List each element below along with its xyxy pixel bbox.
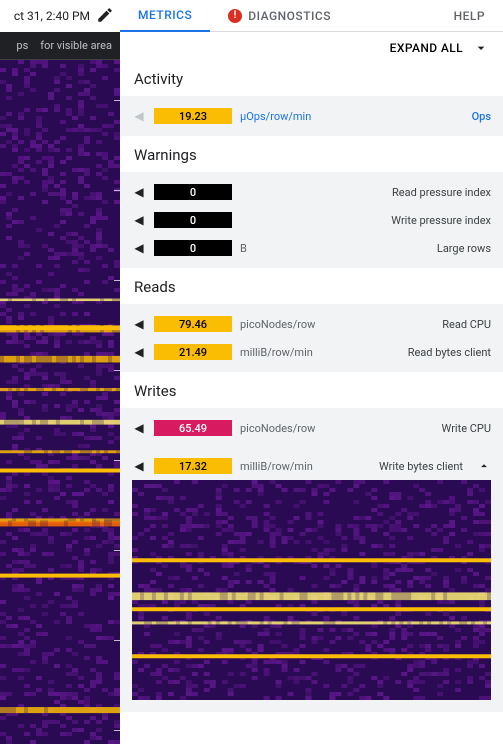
reads-block: ◀ 79.46 picoNodes/row Read CPU ◀ 21.49 m… <box>120 304 503 372</box>
expand-all-label: EXPAND ALL <box>390 41 463 55</box>
metric-label: Write pressure index <box>391 214 491 227</box>
chevron-up-icon[interactable] <box>477 459 491 473</box>
warnings-block: ◀ 0 Read pressure index ◀ 0 Write pressu… <box>120 172 503 268</box>
expand-toggle[interactable]: ◀ <box>132 185 146 199</box>
metric-row-warning[interactable]: ◀ 0 B Large rows <box>120 234 503 262</box>
activity-block: ◀ 19.23 µOps/row/min Ops <box>120 96 503 136</box>
expand-all-button[interactable]: EXPAND ALL <box>120 32 503 60</box>
expand-toggle[interactable]: ◀ <box>132 345 146 359</box>
sidebar-sub-a: ps <box>16 39 28 52</box>
metric-row-activity[interactable]: ◀ 19.23 µOps/row/min Ops <box>120 102 503 130</box>
metric-unit: picoNodes/row <box>240 318 315 331</box>
metric-label: Read CPU <box>442 318 491 331</box>
metric-bar: 0 <box>154 184 232 200</box>
section-title-reads: Reads <box>120 268 503 304</box>
heatmap-detail[interactable] <box>132 480 491 700</box>
metric-label: Write bytes client <box>379 460 463 473</box>
metric-label: Large rows <box>437 242 491 255</box>
tabs: METRICS ! DIAGNOSTICS HELP <box>120 0 503 32</box>
expand-toggle[interactable]: ◀ <box>132 109 146 123</box>
tab-help[interactable]: HELP <box>436 0 503 31</box>
metric-bar: 79.46 <box>154 316 232 332</box>
metric-unit: B <box>240 242 247 255</box>
metric-bar: 17.32 <box>154 458 232 474</box>
section-title-activity: Activity <box>120 60 503 96</box>
expand-toggle[interactable]: ◀ <box>132 459 146 473</box>
metric-row-write-expanded[interactable]: ◀ 17.32 milliB/row/min Write bytes clien… <box>120 452 503 480</box>
sidebar-subheader: ps for visible area <box>0 32 120 60</box>
tab-diagnostics[interactable]: ! DIAGNOSTICS <box>210 0 349 31</box>
expand-toggle[interactable]: ◀ <box>132 241 146 255</box>
sidebar-sub-b: for visible area <box>40 39 112 52</box>
metric-label: Read bytes client <box>408 346 491 359</box>
metric-bar: 19.23 <box>154 108 232 124</box>
metric-bar: 65.49 <box>154 420 232 436</box>
alert-icon: ! <box>228 9 242 23</box>
section-title-writes: Writes <box>120 372 503 408</box>
expand-toggle[interactable]: ◀ <box>132 421 146 435</box>
expand-toggle[interactable]: ◀ <box>132 317 146 331</box>
metric-row-read[interactable]: ◀ 21.49 milliB/row/min Read bytes client <box>120 338 503 366</box>
metric-unit: milliB/row/min <box>240 346 313 359</box>
metric-row-warning[interactable]: ◀ 0 Read pressure index <box>120 178 503 206</box>
expand-toggle[interactable]: ◀ <box>132 213 146 227</box>
heatmap-sidebar: ct 31, 2:40 PM ps for visible area <box>0 0 120 744</box>
section-title-warnings: Warnings <box>120 136 503 172</box>
metric-label[interactable]: Ops <box>472 110 491 123</box>
tab-diagnostics-label: DIAGNOSTICS <box>248 9 331 23</box>
metric-bar: 0 <box>154 240 232 256</box>
metric-row-warning[interactable]: ◀ 0 Write pressure index <box>120 206 503 234</box>
writes-block: ◀ 65.49 picoNodes/row Write CPU ◀ 17.32 … <box>120 408 503 712</box>
chevron-down-icon <box>473 40 489 56</box>
metric-unit[interactable]: µOps/row/min <box>240 110 311 123</box>
metric-bar: 21.49 <box>154 344 232 360</box>
sidebar-header: ct 31, 2:40 PM <box>0 0 120 32</box>
metric-unit: milliB/row/min <box>240 460 313 473</box>
metric-bar: 0 <box>154 212 232 228</box>
tab-metrics[interactable]: METRICS <box>120 0 210 32</box>
metric-label: Read pressure index <box>392 186 491 199</box>
edit-icon[interactable] <box>96 6 114 27</box>
heatmap-main[interactable] <box>0 60 120 744</box>
metric-label: Write CPU <box>442 422 491 435</box>
metric-row-read[interactable]: ◀ 79.46 picoNodes/row Read CPU <box>120 310 503 338</box>
details-panel: METRICS ! DIAGNOSTICS HELP EXPAND ALL Ac… <box>120 0 503 744</box>
metric-row-write[interactable]: ◀ 65.49 picoNodes/row Write CPU <box>120 414 503 442</box>
timestamp-text: ct 31, 2:40 PM <box>14 9 90 23</box>
metric-unit: picoNodes/row <box>240 422 315 435</box>
